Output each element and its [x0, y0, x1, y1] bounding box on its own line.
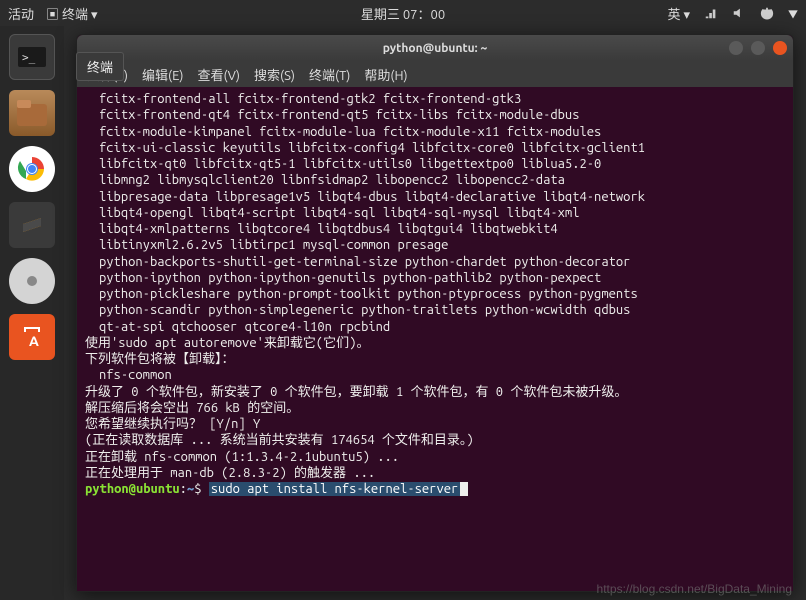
menu-search[interactable]: 搜索(S) [254, 65, 295, 84]
power-icon[interactable] [760, 6, 774, 20]
pkg-line: python-scandir python-simplegeneric pyth… [85, 302, 785, 318]
pkg-line: fcitx-frontend-all fcitx-frontend-gtk2 f… [85, 91, 785, 107]
svg-text:A: A [29, 333, 39, 349]
input-method-indicator[interactable]: 英 ▾ [667, 4, 690, 23]
msg-line: (正在读取数据库 ... 系统当前共安装有 174654 个文件和目录。) [85, 433, 474, 447]
terminal-menubar: 文件(F) 编辑(E) 查看(V) 搜索(S) 终端(T) 帮助(H) [77, 61, 793, 87]
msg-line: 正在处理用于 man-db (2.8.3-2) 的触发器 ... [85, 466, 375, 480]
msg-line: 您希望继续执行吗？ [Y/n] Y [85, 417, 260, 431]
pkg-line: fcitx-frontend-qt4 fcitx-frontend-qt5 fc… [85, 107, 785, 123]
pkg-line: fcitx-ui-classic keyutils libfcitx-confi… [85, 140, 785, 156]
pkg-line: libqt4-xmlpatterns libqtcore4 libqtdbus4… [85, 221, 785, 237]
pkg-line: python-backports-shutil-get-terminal-siz… [85, 254, 785, 270]
msg-line: 升级了 0 个软件包，新安装了 0 个软件包，要卸载 1 个软件包，有 0 个软… [85, 385, 627, 399]
pkg-line: libpresage-data libpresage1v5 libqt4-dbu… [85, 189, 785, 205]
msg-line: 正在卸载 nfs-common (1:1.3.4-2.1ubuntu5) ... [85, 450, 399, 464]
network-icon[interactable] [704, 6, 718, 20]
system-menu-chevron-icon[interactable]: ▼ [788, 6, 798, 21]
watermark-text: https://blog.csdn.net/BigData_Mining [597, 582, 792, 596]
terminal-output[interactable]: fcitx-frontend-all fcitx-frontend-gtk2 f… [77, 87, 793, 591]
typed-command: sudo apt install nfs-kernel-server [209, 482, 461, 496]
dock-sidebar: >_ A [0, 26, 64, 600]
clock[interactable]: 星期三 07：00 [361, 4, 445, 23]
pkg-line: qt-at-spi qtchooser qtcore4-l10n rpcbind [85, 319, 785, 335]
pkg-line: libfcitx-qt0 libfcitx-qt5-1 libfcitx-uti… [85, 156, 785, 172]
msg-line: 使用'sudo apt autoremove'来卸载它(它们)。 [85, 336, 369, 350]
pkg-line: python-pickleshare python-prompt-toolkit… [85, 286, 785, 302]
dock-tooltip: 终端 [76, 52, 124, 81]
minimize-button[interactable] [729, 41, 743, 55]
menu-terminal[interactable]: 终端(T) [309, 65, 350, 84]
svg-text:>_: >_ [22, 51, 36, 64]
menu-edit[interactable]: 编辑(E) [142, 65, 183, 84]
window-titlebar[interactable]: python@ubuntu: ~ [77, 35, 793, 61]
gnome-top-panel: 活动 ▣ 终端 ▾ 星期三 07：00 英 ▾ ▼ [0, 0, 806, 26]
pkg-line: libqt4-opengl libqt4-script libqt4-sql l… [85, 205, 785, 221]
msg-line: 解压缩后将会空出 766 kB 的空间。 [85, 401, 299, 415]
dock-icon-files[interactable] [9, 90, 55, 136]
window-title: python@ubuntu: ~ [383, 42, 487, 55]
dock-icon-chrome[interactable] [9, 146, 55, 192]
terminal-app-menu[interactable]: ▣ 终端 ▾ [46, 4, 98, 23]
dock-icon-rhythmbox[interactable] [9, 258, 55, 304]
dock-icon-terminal[interactable]: >_ [9, 34, 55, 80]
menu-help[interactable]: 帮助(H) [364, 65, 407, 84]
pkg-line: libtinyxml2.6.2v5 libtirpc1 mysql-common… [85, 237, 785, 253]
prompt-user: python@ubuntu [85, 482, 180, 496]
dock-icon-sublime[interactable] [9, 202, 55, 248]
maximize-button[interactable] [751, 41, 765, 55]
dock-icon-software[interactable]: A [9, 314, 55, 360]
volume-icon[interactable] [732, 6, 746, 20]
menu-view[interactable]: 查看(V) [198, 65, 240, 84]
activities-button[interactable]: 活动 [8, 4, 34, 23]
msg-line: 下列软件包将被【卸载】： [85, 352, 235, 366]
cursor-icon [460, 482, 468, 496]
pkg-remove-line: nfs-common [85, 367, 785, 383]
pkg-line: fcitx-module-kimpanel fcitx-module-lua f… [85, 124, 785, 140]
close-button[interactable] [773, 41, 787, 55]
pkg-line: libmng2 libmysqlclient20 libnfsidmap2 li… [85, 172, 785, 188]
terminal-window: python@ubuntu: ~ 文件(F) 编辑(E) 查看(V) 搜索(S)… [76, 34, 794, 592]
pkg-line: python-ipython python-ipython-genutils p… [85, 270, 785, 286]
